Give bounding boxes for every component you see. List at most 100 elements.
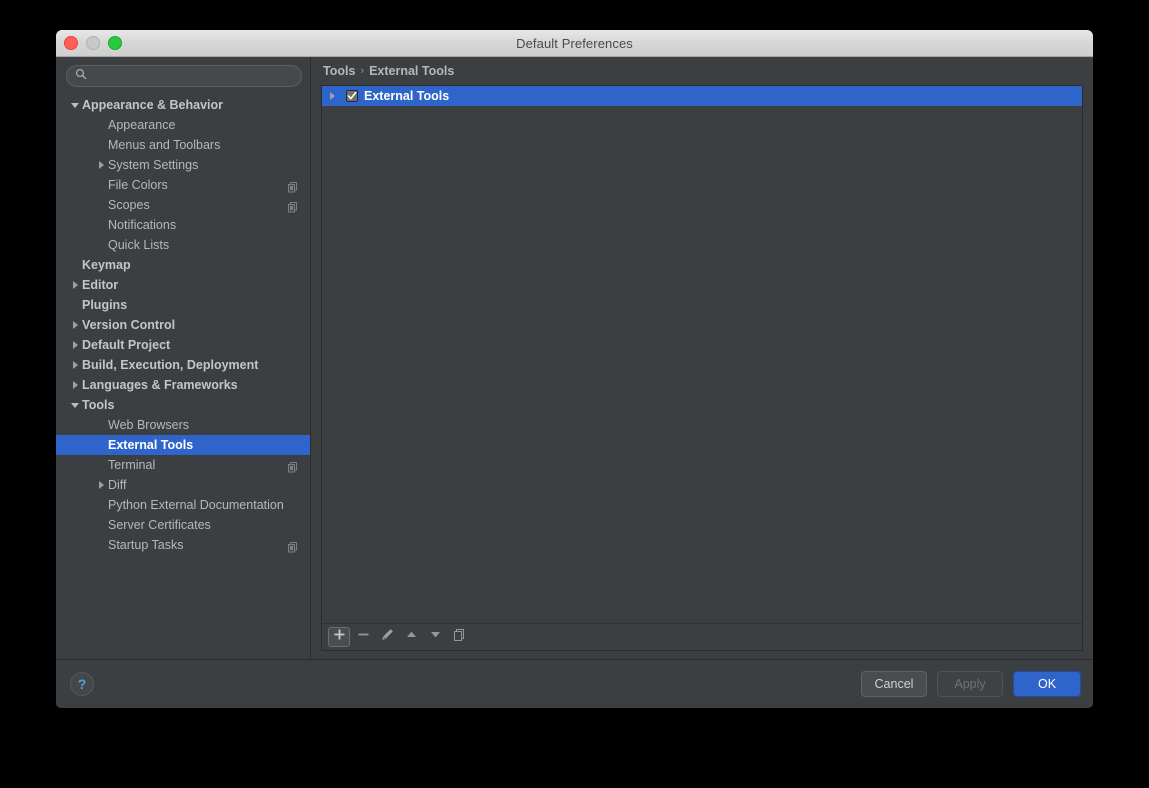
sidebar-item-label: Web Browsers — [108, 418, 190, 432]
disclosure-arrow[interactable] — [68, 341, 82, 349]
disclosure-arrow[interactable] — [68, 102, 82, 108]
arrow-down-icon — [429, 628, 442, 646]
chevron-right-icon[interactable] — [98, 481, 104, 489]
chevron-right-icon[interactable] — [98, 161, 104, 169]
sidebar-item-file-colors[interactable]: File Colors — [56, 175, 310, 195]
sidebar-item-terminal[interactable]: Terminal — [56, 455, 310, 475]
content-pane: Tools › External Tools External Tools — [311, 57, 1093, 659]
maximize-light[interactable] — [108, 36, 122, 50]
add-button[interactable] — [328, 627, 350, 647]
sidebar-item-label: Quick Lists — [108, 238, 170, 252]
sidebar-item-languages-frameworks[interactable]: Languages & Frameworks — [56, 375, 310, 395]
copy-button[interactable] — [448, 627, 470, 647]
dialog-footer: ? Cancel Apply OK — [56, 659, 1093, 708]
sidebar-item-label: Python External Documentation — [108, 498, 284, 512]
chevron-down-icon[interactable] — [71, 402, 79, 408]
sidebar-item-appearance[interactable]: Appearance — [56, 115, 310, 135]
sidebar-item-tools[interactable]: Tools — [56, 395, 310, 415]
sidebar-item-label: Languages & Frameworks — [82, 378, 238, 392]
apply-button: Apply — [937, 671, 1003, 697]
breadcrumb-root[interactable]: Tools — [323, 64, 355, 78]
disclosure-arrow[interactable] — [68, 281, 82, 289]
external-tools-toolbar — [322, 623, 1082, 650]
disclosure-arrow[interactable] — [68, 321, 82, 329]
pencil-icon — [380, 628, 394, 647]
chevron-right-icon[interactable] — [330, 92, 335, 100]
row-checkbox[interactable] — [346, 90, 358, 102]
window-titlebar: Default Preferences — [56, 30, 1093, 57]
cancel-button[interactable]: Cancel — [861, 671, 927, 697]
disclosure-arrow[interactable] — [330, 92, 346, 100]
sidebar-item-version-control[interactable]: Version Control — [56, 315, 310, 335]
copy-icon — [288, 460, 298, 472]
disclosure-arrow[interactable] — [94, 481, 108, 489]
table-row[interactable]: External Tools — [322, 86, 1082, 106]
sidebar-item-python-external-documentation[interactable]: Python External Documentation — [56, 495, 310, 515]
disclosure-arrow[interactable] — [68, 402, 82, 408]
sidebar-item-diff[interactable]: Diff — [56, 475, 310, 495]
sidebar-item-menus-and-toolbars[interactable]: Menus and Toolbars — [56, 135, 310, 155]
chevron-down-icon[interactable] — [71, 102, 79, 108]
chevron-right-icon[interactable] — [72, 321, 78, 329]
sidebar-item-scopes[interactable]: Scopes — [56, 195, 310, 215]
move-up-button[interactable] — [400, 627, 422, 647]
search-container — [56, 57, 310, 93]
external-tools-panel: External Tools — [321, 85, 1083, 651]
copy-icon — [288, 180, 298, 192]
sidebar-item-external-tools[interactable]: External Tools — [56, 435, 310, 455]
minus-icon — [357, 628, 370, 646]
disclosure-arrow[interactable] — [68, 361, 82, 369]
sidebar-item-label: Keymap — [82, 258, 131, 272]
sidebar-item-startup-tasks[interactable]: Startup Tasks — [56, 535, 310, 555]
disclosure-arrow[interactable] — [68, 381, 82, 389]
chevron-right-icon[interactable] — [72, 341, 78, 349]
sidebar-item-label: Diff — [108, 478, 127, 492]
sidebar-item-plugins[interactable]: Plugins — [56, 295, 310, 315]
sidebar-item-label: Tools — [82, 398, 115, 412]
plus-icon — [333, 628, 346, 646]
breadcrumb-separator-icon: › — [360, 65, 365, 77]
breadcrumb-leaf: External Tools — [369, 64, 455, 78]
sidebar-item-label: File Colors — [108, 178, 168, 192]
search-input[interactable] — [87, 69, 293, 83]
chevron-right-icon[interactable] — [72, 281, 78, 289]
chevron-right-icon[interactable] — [72, 381, 78, 389]
chevron-right-icon[interactable] — [72, 361, 78, 369]
ok-button[interactable]: OK — [1013, 671, 1081, 697]
close-light[interactable] — [64, 36, 78, 50]
settings-tree: Appearance & Behavior Appearance Menus and… — [56, 93, 310, 659]
row-label: External Tools — [364, 89, 450, 103]
edit-button[interactable] — [376, 627, 398, 647]
help-button[interactable]: ? — [70, 672, 94, 696]
sidebar-item-default-project[interactable]: Default Project — [56, 335, 310, 355]
search-field[interactable] — [66, 65, 302, 87]
copy-icon — [452, 628, 466, 647]
sidebar-item-build-execution-deployment[interactable]: Build, Execution, Deployment — [56, 355, 310, 375]
copy-icon — [288, 540, 298, 552]
move-down-button[interactable] — [424, 627, 446, 647]
sidebar-item-server-certificates[interactable]: Server Certificates — [56, 515, 310, 535]
external-tools-list: External Tools — [322, 86, 1082, 623]
breadcrumb: Tools › External Tools — [321, 57, 1083, 85]
sidebar-item-editor[interactable]: Editor — [56, 275, 310, 295]
sidebar-item-label: Plugins — [82, 298, 128, 312]
minimize-light[interactable] — [86, 36, 100, 50]
remove-button[interactable] — [352, 627, 374, 647]
panes: Appearance & Behavior Appearance Menus and… — [56, 57, 1093, 659]
sidebar-item-appearance-behavior[interactable]: Appearance & Behavior — [56, 95, 310, 115]
search-icon — [75, 67, 87, 85]
sidebar-item-label: Scopes — [108, 198, 150, 212]
sidebar-item-quick-lists[interactable]: Quick Lists — [56, 235, 310, 255]
sidebar-item-label: Terminal — [108, 458, 156, 472]
sidebar-item-notifications[interactable]: Notifications — [56, 215, 310, 235]
sidebar-item-label: Version Control — [82, 318, 176, 332]
arrow-up-icon — [405, 628, 418, 646]
disclosure-arrow[interactable] — [94, 161, 108, 169]
sidebar-item-keymap[interactable]: Keymap — [56, 255, 310, 275]
sidebar-item-label: System Settings — [108, 158, 199, 172]
sidebar-item-system-settings[interactable]: System Settings — [56, 155, 310, 175]
preferences-window: Default Preferences Appearance & Behavio… — [56, 30, 1093, 708]
sidebar-item-label: Appearance — [108, 118, 176, 132]
sidebar-item-label: Build, Execution, Deployment — [82, 358, 259, 372]
sidebar-item-web-browsers[interactable]: Web Browsers — [56, 415, 310, 435]
